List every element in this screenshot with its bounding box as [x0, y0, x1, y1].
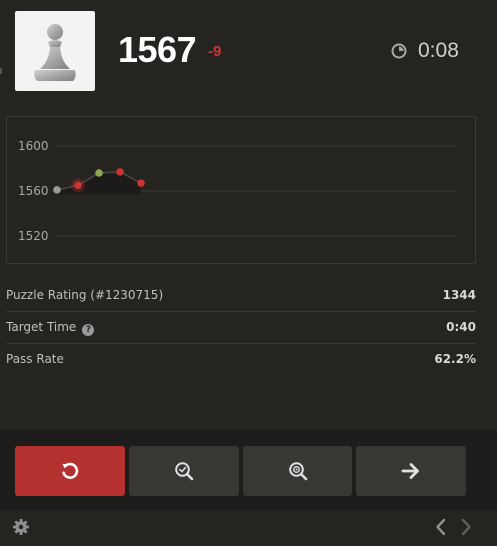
stat-row-puzzle-rating: Puzzle Rating (#1230715) 1344 — [6, 280, 476, 312]
question-circle-icon[interactable]: ? — [82, 324, 95, 336]
retry-button[interactable] — [15, 446, 125, 496]
timer-value: 0:08 — [418, 39, 459, 62]
solution-button[interactable] — [243, 446, 352, 496]
edge-marker — [0, 68, 2, 74]
data-point-neutral[interactable] — [53, 186, 61, 194]
y-tick-label: 1560 — [18, 184, 49, 198]
data-point-pass[interactable] — [95, 169, 103, 177]
data-point-fail[interactable] — [116, 168, 124, 176]
chevron-left-icon[interactable] — [434, 518, 448, 536]
clock-icon — [391, 43, 407, 59]
target-time-label-wrap: Target Time? — [6, 312, 95, 343]
data-point-fail[interactable] — [137, 179, 145, 187]
target-time-value: 0:40 — [446, 320, 476, 334]
pawn-icon — [34, 24, 76, 81]
puzzle-stats: Puzzle Rating (#1230715) 1344 Target Tim… — [6, 280, 476, 375]
puzzle-panel: 1567 -9 0:08 1600 1560 1520 Puzzle Rating … — [0, 0, 497, 546]
player-rating: 1567 — [118, 29, 197, 70]
rating-chart-svg: 1600 1560 1520 — [18, 139, 457, 243]
gear-icon[interactable] — [12, 518, 30, 536]
chevron-right-icon[interactable] — [459, 518, 473, 536]
stat-row-target-time: Target Time? 0:40 — [6, 312, 476, 344]
analysis-button[interactable] — [129, 446, 239, 496]
puzzle-rating-label: Puzzle Rating (#1230715) — [6, 288, 164, 302]
rating-history-chart: 1600 1560 1520 — [6, 116, 476, 264]
data-point-fail[interactable] — [74, 181, 82, 190]
y-tick-label: 1520 — [18, 229, 49, 243]
y-tick-label: 1600 — [18, 139, 49, 153]
target-time-label: Target Time — [6, 320, 77, 334]
magnify-check-icon — [175, 462, 194, 481]
rating-change: -9 — [208, 43, 222, 60]
pass-rate-value: 62.2% — [434, 352, 476, 366]
magnify-target-icon — [288, 462, 307, 481]
next-button[interactable] — [356, 446, 466, 496]
pawn-avatar — [15, 11, 95, 91]
retry-icon — [62, 462, 79, 479]
stat-row-pass-rate: Pass Rate 62.2% — [6, 344, 476, 375]
arrow-right-icon — [401, 463, 419, 479]
pass-rate-label: Pass Rate — [6, 352, 64, 366]
puzzle-rating-value: 1344 — [442, 288, 476, 302]
